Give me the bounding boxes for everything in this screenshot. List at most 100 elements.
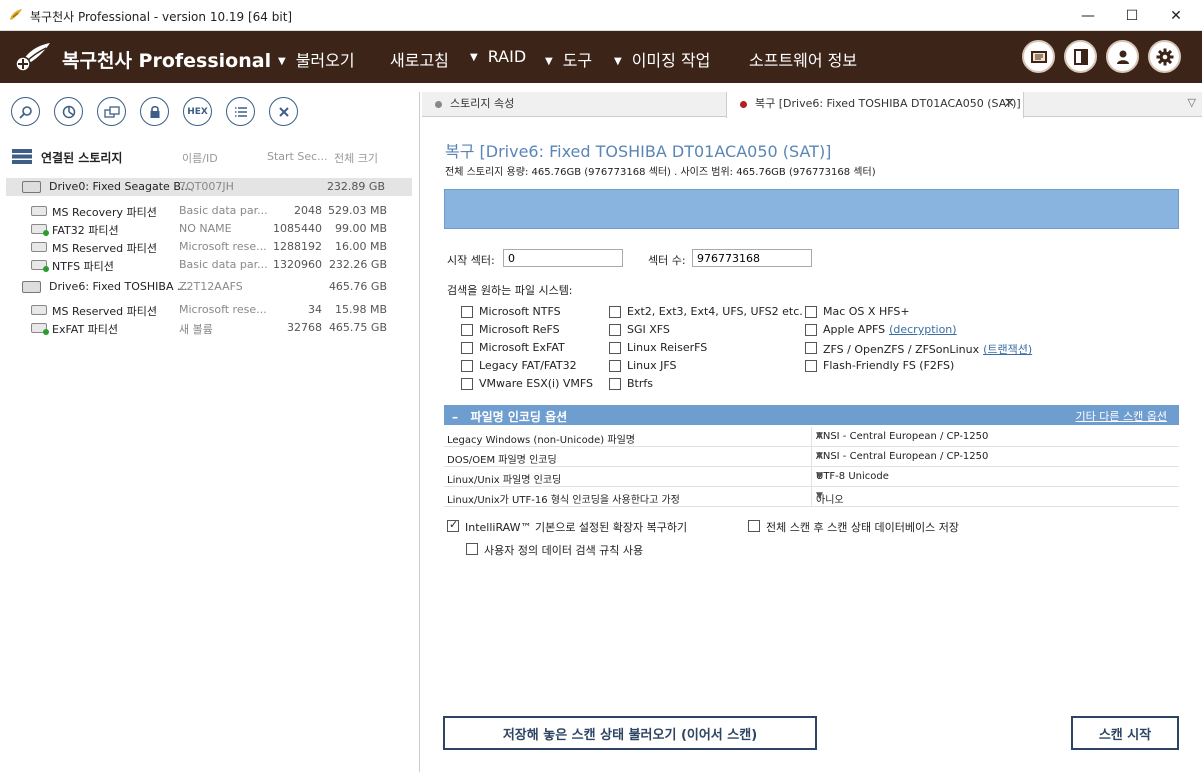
option-key: Legacy Windows (non-Unicode) 파일명 [447,435,635,446]
tree-cell-id: 7QT007JH [179,180,234,193]
panel-icon [1073,48,1088,65]
fs-checkbox[interactable]: Flash-Friendly FS (F2FS) [805,359,954,374]
minimize-button[interactable]: — [1065,0,1111,31]
tree-cell-name: Drive0: Fixed Seagate B... [49,180,192,193]
start-sector-input[interactable] [503,249,623,267]
disk-row[interactable]: Drive6: Fixed TOSHIBA ... Z2T12AAFS 465.76… [0,278,420,296]
zfs-transaction-link[interactable]: (트랜잭션) [983,343,1032,356]
fs-checkbox[interactable]: SGI XFS [609,323,670,338]
fs-label: Apple APFS [823,323,886,336]
tab-close-icon[interactable]: ✕ [1004,92,1015,116]
partition-row[interactable]: NTFS 파티션 Basic data par... 1320960 232.26 G… [0,256,420,274]
fs-label: Ext2, Ext3, Ext4, UFS, UFS2 etc. [627,305,803,318]
col-start-header[interactable]: Start Sec... [267,150,328,163]
col-name-header[interactable]: 이름/ID [182,150,218,166]
close-window-button[interactable]: ✕ [1153,0,1199,31]
tree-cell-size: 99.00 MB [334,222,387,235]
lock-icon [150,105,159,118]
partition-icon [31,323,49,335]
hex-icon: HEX [187,106,208,117]
fs-checkbox[interactable]: Ext2, Ext3, Ext4, UFS, UFS2 etc. [609,305,803,320]
tree-cell-size: 465.76 GB [328,280,387,293]
tree-cell-start: 1085440 [273,222,322,235]
partition-row[interactable]: MS Reserved 파티션 Microsoft rese... 34 15.98 … [0,301,420,319]
col-size-header[interactable]: 전체 크기 [334,150,378,166]
intelliraw-label: IntelliRAW™ 기본으로 설정된 확장자 복구하기 [465,521,688,534]
fs-checkbox[interactable]: Btrfs [609,377,653,392]
partition-row[interactable]: ExFAT 파티션 새 볼륨 32768 465.75 GB [0,319,420,337]
lock-button[interactable] [140,97,169,126]
fs-checkbox[interactable]: Apple APFS (decryption) [805,323,957,338]
tab-recover[interactable]: 복구 [Drive6: Fixed TOSHIBA DT01ACA050 (SA… [726,92,1024,118]
fs-checkbox[interactable]: Legacy FAT/FAT32 [461,359,577,374]
checkbox-unchecked [805,306,817,318]
menu-tools-label: 도구 [562,51,593,70]
user-button[interactable] [1106,40,1139,73]
partition-row[interactable]: FAT32 파티션 NO NAME 1085440 99.00 MB [0,220,420,238]
tab-overflow-icon[interactable]: ▽ [1188,96,1196,109]
fs-checkbox[interactable]: Microsoft ExFAT [461,341,565,356]
gear-icon [1156,48,1173,65]
fs-label: Legacy FAT/FAT32 [479,359,577,372]
fs-checkbox[interactable]: Microsoft ReFS [461,323,560,338]
fs-label: Microsoft NTFS [479,305,561,318]
hex-button[interactable]: HEX [183,97,212,126]
settings-button[interactable] [1148,40,1181,73]
fs-checkbox[interactable]: VMware ESX(i) VMFS [461,377,593,392]
save-state-checkbox[interactable]: 전체 스캔 후 스캔 상태 데이터베이스 저장 [748,519,959,534]
menu-about[interactable]: 소프트웨어 정보 [749,47,857,71]
option-dropdown[interactable]: ANSI - Central European / CP-1250 ▼ [811,427,1179,447]
chat-button[interactable] [1022,40,1055,73]
partition-button[interactable] [54,97,83,126]
maximize-button[interactable]: ☐ [1109,0,1155,31]
close-storage-button[interactable] [269,97,298,126]
tree-cell-id: Basic data par... [179,204,268,217]
panel-button[interactable] [1064,40,1097,73]
copy-button[interactable] [97,97,126,126]
tree-cell-size: 465.75 GB [328,321,387,334]
load-scan-state-button[interactable]: 저장해 놓은 스캔 상태 불러오기 (이어서 스캔) [443,716,817,750]
sector-count-input[interactable] [692,249,812,267]
sector-range-bar[interactable] [444,189,1179,229]
copy-icon [103,105,120,118]
sector-count-label: 섹터 수: [648,254,686,267]
partition-row[interactable]: MS Recovery 파티션 Basic data par... 2048 529.… [0,202,420,220]
option-dropdown[interactable]: ANSI - Central European / CP-1250 ▼ [811,447,1179,467]
apfs-decryption-link[interactable]: (decryption) [889,323,956,336]
encoding-options-header[interactable]: – 파일명 인코딩 옵션 기타 다른 스캔 옵션 [444,405,1179,425]
fs-checkbox[interactable]: Mac OS X HFS+ [805,305,910,320]
menu-raid-label: RAID [487,47,527,66]
fs-checkbox[interactable]: ZFS / OpenZFS / ZFSonLinux (트랜잭션) [805,341,1032,356]
custom-rules-checkbox[interactable]: 사용자 정의 데이터 검색 규칙 사용 [466,542,643,557]
option-dropdown[interactable]: 아니오 ▼ [811,487,1179,507]
menu-refresh[interactable]: 새로고침 [390,47,449,71]
fs-checkbox[interactable]: Linux JFS [609,359,677,374]
disk-row[interactable]: Drive0: Fixed Seagate B... 7QT007JH 232.89… [6,178,412,196]
encoding-section-label: 파일명 인코딩 옵션 [470,410,568,424]
start-scan-button[interactable]: 스캔 시작 [1071,716,1179,750]
tab-storage-properties[interactable]: 스토리지 속성 [422,92,726,117]
fs-label: SGI XFS [627,323,670,336]
tree-cell-name: ExFAT 파티션 [52,323,119,336]
menu-raid[interactable]: ▼ RAID [470,47,526,66]
tree-cell-start: 32768 [287,321,322,334]
fs-checkbox[interactable]: Linux ReiserFS [609,341,707,356]
storage-pane: HEX 연결된 스토리지 이름/ID Start Sec... 전체 크기 Dr… [0,92,420,772]
search-button[interactable] [11,97,40,126]
list-button[interactable] [226,97,255,126]
search-icon [18,105,32,119]
fs-label: Linux ReiserFS [627,341,708,354]
menu-tools[interactable]: ▼ 도구 [545,47,592,71]
menu-open[interactable]: ▼ 불러오기 [278,47,355,71]
more-scan-options-link[interactable]: 기타 다른 스캔 옵션 [1076,408,1167,424]
menu-imaging[interactable]: ▼ 이미징 작업 [614,47,710,71]
tree-cell-start: 34 [308,303,322,316]
app-logo-icon [10,9,22,20]
partition-row[interactable]: MS Reserved 파티션 Microsoft rese... 1288192 1… [0,238,420,256]
option-dropdown[interactable]: UTF-8 Unicode ▼ [811,467,1179,487]
tree-cell-size: 16.00 MB [334,240,387,253]
tree-cell-id: Microsoft rese... [179,240,267,253]
intelliraw-checkbox[interactable]: IntelliRAW™ 기본으로 설정된 확장자 복구하기 [447,518,688,534]
dropdown-arrow-icon: ▼ [816,451,823,461]
fs-checkbox[interactable]: Microsoft NTFS [461,305,561,320]
